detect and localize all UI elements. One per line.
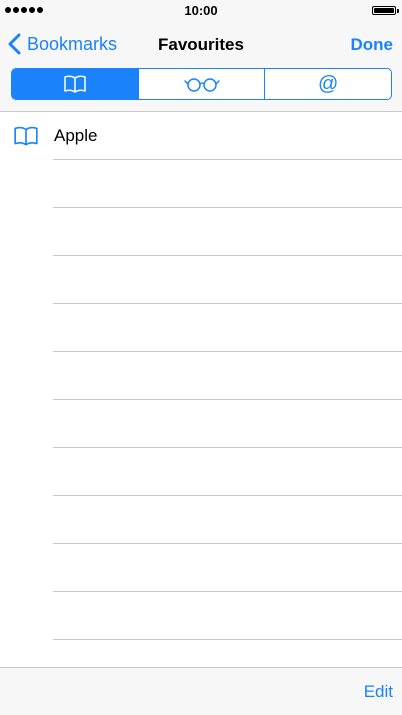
empty-row [0,448,402,496]
empty-row [0,160,402,208]
status-time: 10:00 [184,3,218,18]
at-sign-icon: @ [318,72,339,95]
empty-row [0,208,402,256]
list-item-label: Apple [54,126,98,145]
bookmark-list: Apple [0,112,402,640]
segment-shared-links[interactable]: @ [264,69,391,99]
bookmarks-segmented-control: @ [11,68,392,100]
list-item[interactable]: Apple [0,112,402,160]
book-icon [14,126,38,146]
empty-row [0,352,402,400]
row-separator [53,639,402,640]
empty-row [0,304,402,352]
page-title: Favourites [158,35,244,54]
empty-row [0,592,402,640]
navigation-bar: Bookmarks Favourites Done @ [0,22,402,112]
empty-row [0,256,402,304]
done-button[interactable]: Done [351,35,394,55]
book-icon [64,75,86,93]
empty-row [0,400,402,448]
edit-button[interactable]: Edit [364,682,393,702]
segment-reading-list[interactable] [137,69,265,99]
glasses-icon [183,78,220,92]
bottom-toolbar: Edit [0,667,402,715]
segment-bookmarks[interactable] [12,69,138,99]
empty-row [0,496,402,544]
status-bar: 10:00 [0,0,402,22]
battery-icon [372,6,399,15]
empty-row [0,544,402,592]
